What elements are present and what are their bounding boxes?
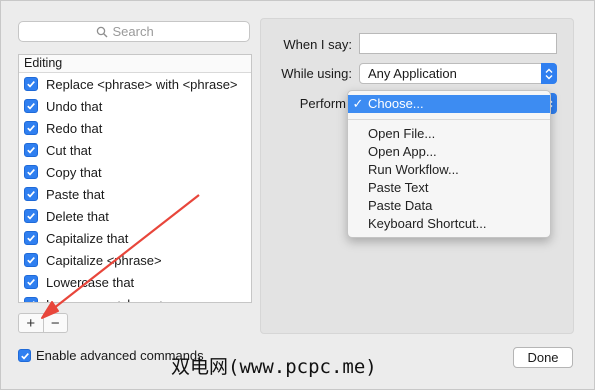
checkbox-checked-icon <box>18 349 31 362</box>
menu-item-open-app[interactable]: Open App... <box>368 143 437 161</box>
list-item-label: Lowercase <phrase> <box>46 297 167 303</box>
list-item-label: Paste that <box>46 186 105 202</box>
list-item[interactable]: Lowercase that <box>19 271 251 293</box>
list-item[interactable]: Replace <phrase> with <phrase> <box>19 73 251 95</box>
when-i-say-label: When I say: <box>283 37 352 52</box>
search-field[interactable] <box>18 21 250 42</box>
list-item-label: Redo that <box>46 120 103 136</box>
list-item[interactable]: Cut that <box>19 139 251 161</box>
list-item[interactable]: Copy that <box>19 161 251 183</box>
list-item[interactable]: Capitalize that <box>19 227 251 249</box>
checkbox-checked-icon[interactable] <box>24 187 38 201</box>
checkbox-checked-icon[interactable] <box>24 297 38 302</box>
list-header: Editing <box>19 55 251 73</box>
checkbox-checked-icon[interactable] <box>24 209 38 223</box>
checkbox-checked-icon[interactable] <box>24 143 38 157</box>
list-item-label: Capitalize that <box>46 230 129 246</box>
remove-command-button[interactable]: − <box>44 314 68 332</box>
list-item-label: Lowercase that <box>46 274 135 290</box>
checkbox-checked-icon[interactable] <box>24 99 38 113</box>
checkbox-checked-icon[interactable] <box>24 231 38 245</box>
updown-chevron-icon <box>541 63 557 84</box>
done-button[interactable]: Done <box>513 347 573 368</box>
menu-item-open-file[interactable]: Open File... <box>368 125 435 143</box>
checkbox-checked-icon[interactable] <box>24 253 38 267</box>
list-item[interactable]: Lowercase <phrase> <box>19 293 251 303</box>
checkmark-icon: ✓ <box>352 96 364 111</box>
while-using-value: Any Application <box>368 66 457 81</box>
list-item-label: Undo that <box>46 98 103 114</box>
menu-item-paste-text[interactable]: Paste Text <box>368 179 428 197</box>
checkbox-checked-icon[interactable] <box>24 121 38 135</box>
perform-menu: ✓ Choose... Open File... Open App... Run… <box>347 90 551 238</box>
search-icon <box>96 26 107 37</box>
while-using-label: While using: <box>281 66 352 81</box>
list-item-label: Capitalize <phrase> <box>46 252 162 268</box>
when-i-say-field[interactable] <box>359 33 557 54</box>
add-remove-control: + − <box>18 313 68 333</box>
list-item[interactable]: Undo that <box>19 95 251 117</box>
menu-item-run-workflow[interactable]: Run Workflow... <box>368 161 459 179</box>
menu-item-paste-data[interactable]: Paste Data <box>368 197 432 215</box>
while-using-popup[interactable]: Any Application <box>359 63 557 84</box>
list-item[interactable]: Delete that <box>19 205 251 227</box>
watermark-text: 双电网(www.pcpc.me) <box>171 356 377 378</box>
checkbox-checked-icon[interactable] <box>24 275 38 289</box>
search-input[interactable] <box>112 24 173 39</box>
list-item-label: Replace <phrase> with <phrase> <box>46 76 238 92</box>
menu-item-keyboard-shortcut[interactable]: Keyboard Shortcut... <box>368 215 487 233</box>
checkbox-checked-icon[interactable] <box>24 165 38 179</box>
commands-list[interactable]: Editing Replace <phrase> with <phrase> Un… <box>18 54 252 303</box>
menu-item-choose[interactable]: ✓ Choose... <box>348 95 550 113</box>
list-item-label: Delete that <box>46 208 109 224</box>
menu-separator <box>348 119 550 120</box>
list-item-label: Cut that <box>46 142 92 158</box>
list-item-label: Copy that <box>46 164 102 180</box>
list-item[interactable]: Paste that <box>19 183 251 205</box>
add-command-button[interactable]: + <box>19 314 44 332</box>
perform-label: Perform <box>299 96 346 111</box>
menu-item-choose-label: Choose... <box>368 96 424 111</box>
list-item[interactable]: Capitalize <phrase> <box>19 249 251 271</box>
checkbox-checked-icon[interactable] <box>24 77 38 91</box>
list-item[interactable]: Redo that <box>19 117 251 139</box>
